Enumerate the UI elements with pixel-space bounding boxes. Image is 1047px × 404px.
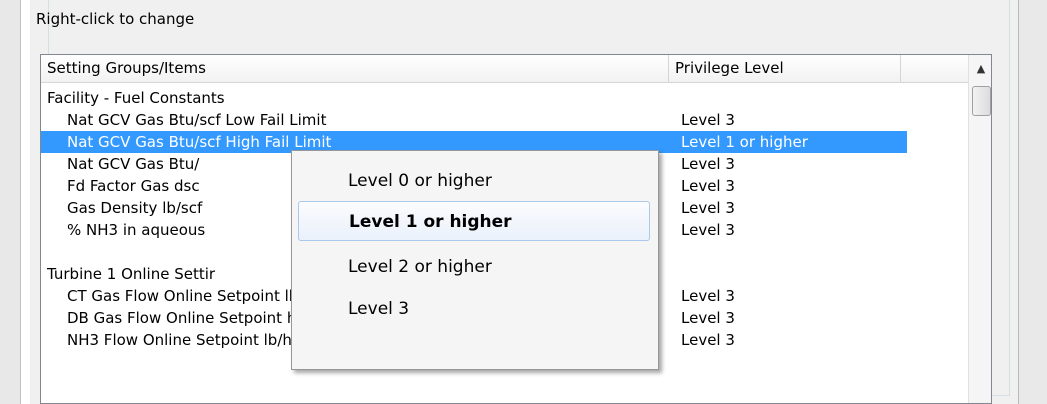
privilege-level: Level 3 — [681, 199, 735, 217]
privilege-level: Level 3 — [681, 331, 735, 349]
privilege-level: Level 3 — [681, 309, 735, 327]
list-header: Setting Groups/Items Privilege Level — [41, 55, 968, 83]
menu-item-level-0[interactable]: Level 0 or higher — [298, 161, 650, 201]
privilege-level: Level 3 — [681, 111, 735, 129]
menu-item-level-1[interactable]: Level 1 or higher — [298, 201, 650, 241]
left-window-edge — [0, 0, 21, 404]
right-click-hint: Right-click to change — [36, 10, 195, 28]
menu-item-level-2[interactable]: Level 2 or higher — [298, 247, 650, 287]
privilege-level: Level 3 — [681, 177, 735, 195]
privilege-level: Level 3 — [681, 155, 735, 173]
privilege-context-menu: Level 0 or higher Level 1 or higher Level … — [291, 150, 659, 370]
scroll-thumb[interactable] — [972, 86, 991, 116]
right-window-edge — [1018, 0, 1047, 404]
setting-name: Nat GCV Gas Btu/ — [67, 155, 200, 173]
list-item[interactable]: Nat GCV Gas Btu/scf Low Fail Limit Level … — [41, 109, 968, 131]
column-header-blank[interactable] — [901, 55, 968, 82]
privilege-level: Level 3 — [681, 221, 735, 239]
setting-name: Fd Factor Gas dsc — [67, 177, 200, 195]
privilege-level: Level 3 — [681, 287, 735, 305]
list-item[interactable]: Facility - Fuel Constants — [41, 87, 968, 109]
setting-name: Nat GCV Gas Btu/scf Low Fail Limit — [67, 111, 327, 129]
scroll-up-icon[interactable]: ▲ — [969, 55, 991, 82]
column-header-setting[interactable]: Setting Groups/Items — [41, 55, 669, 82]
setting-name: Turbine 1 Online Settir — [47, 265, 216, 283]
setting-name: % NH3 in aqueous — [67, 221, 206, 239]
setting-name: Facility - Fuel Constants — [47, 89, 225, 107]
setting-name: Gas Density lb/scf — [67, 199, 203, 217]
setting-name: NH3 Flow Online Setpoint lb/hr — [67, 331, 299, 349]
menu-item-level-3[interactable]: Level 3 — [298, 289, 650, 329]
column-header-privilege[interactable]: Privilege Level — [669, 55, 901, 82]
privilege-level: Level 1 or higher — [681, 133, 808, 151]
setting-name: CT Gas Flow Online Setpoint lb/sec — [67, 287, 329, 305]
vertical-scrollbar[interactable]: ▲ — [968, 55, 991, 403]
